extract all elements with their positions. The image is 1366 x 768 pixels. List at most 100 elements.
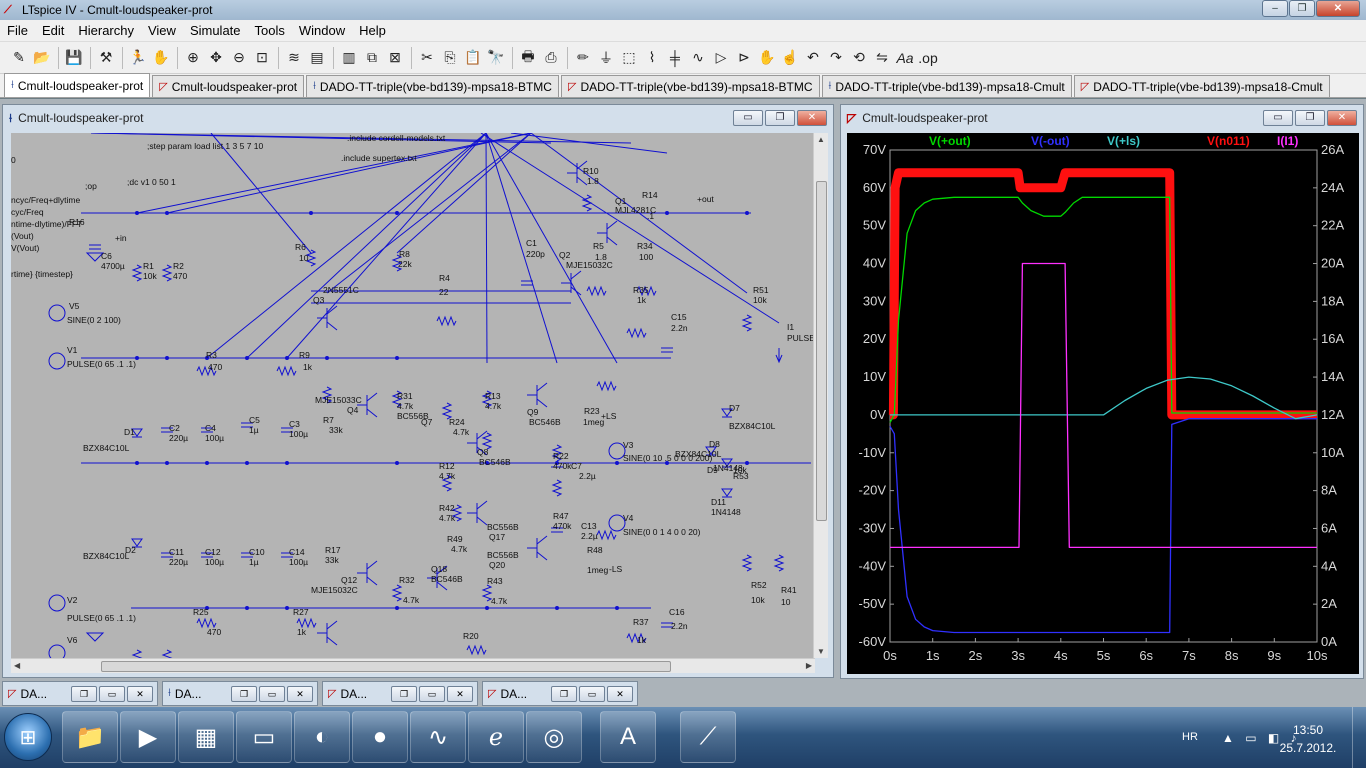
- zoom-fit-icon[interactable]: ⊡: [251, 47, 273, 69]
- close-button[interactable]: ✕: [447, 686, 473, 702]
- spice-directive[interactable]: V(Vout): [11, 243, 40, 253]
- copy-icon[interactable]: ⎘: [439, 47, 461, 69]
- capacitor-icon[interactable]: ╪: [664, 47, 686, 69]
- schematic-window[interactable]: ⟊ Cmult-loudspeaker-prot ▭ ❐ ✕ R10 1.8 Q1 M…: [2, 104, 834, 678]
- legend-entry[interactable]: V(-out): [1031, 134, 1070, 148]
- scroll-thumb[interactable]: [101, 661, 671, 672]
- rotate-icon[interactable]: ⟲: [848, 47, 870, 69]
- save-icon[interactable]: 💾: [63, 47, 85, 69]
- minimized-window[interactable]: ◸ DA... ❐ ▭ ✕: [482, 681, 638, 706]
- oscilloscope-icon[interactable]: ∿: [410, 711, 466, 763]
- windows-logo-icon[interactable]: ⊞: [4, 713, 52, 761]
- clock-time[interactable]: 13:50: [1276, 723, 1340, 737]
- waveform-close-button[interactable]: ✕: [1327, 110, 1357, 126]
- restore-button[interactable]: ❐: [551, 686, 577, 702]
- control-panel-icon[interactable]: ⚒: [95, 47, 117, 69]
- tab-schematic-cmult[interactable]: ⟊ Cmult-loudspeaker-prot: [4, 73, 151, 97]
- autorange-icon[interactable]: ≋: [283, 47, 305, 69]
- ltspice-app-icon[interactable]: ⟋: [4, 3, 18, 17]
- waveform-window-titlebar[interactable]: ◸ Cmult-loudspeaker-prot ▭ ❐ ✕: [841, 105, 1363, 131]
- maximize-button[interactable]: ▭: [259, 686, 285, 702]
- inductor-icon[interactable]: ∿: [687, 47, 709, 69]
- run-icon[interactable]: 🏃: [127, 47, 149, 69]
- minimized-window[interactable]: ◸ DA... ❐ ▭ ✕: [322, 681, 478, 706]
- zoom-out-icon[interactable]: ⊖: [228, 47, 250, 69]
- legend-entry[interactable]: V(+out): [929, 134, 971, 148]
- menu-help[interactable]: Help: [352, 23, 393, 38]
- menu-hierarchy[interactable]: Hierarchy: [71, 23, 141, 38]
- new-schematic-icon[interactable]: ✎: [8, 47, 30, 69]
- schematic-restore-button[interactable]: ❐: [765, 110, 795, 126]
- ltspice-icon[interactable]: ⟋: [680, 711, 736, 763]
- close-window-icon[interactable]: ⊠: [384, 47, 406, 69]
- cut-icon[interactable]: ✂: [416, 47, 438, 69]
- office-icon[interactable]: ▦: [178, 711, 234, 763]
- schematic-close-button[interactable]: ✕: [797, 110, 827, 126]
- antivirus-icon[interactable]: ●: [352, 711, 408, 763]
- schematic-vertical-scrollbar[interactable]: ▲ ▼: [813, 133, 828, 658]
- legend-entry[interactable]: V(+ls): [1107, 134, 1140, 148]
- image-viewer-icon[interactable]: ▭: [236, 711, 292, 763]
- minimized-window[interactable]: ◸ DA... ❐ ▭ ✕: [2, 681, 158, 706]
- print-setup-icon[interactable]: 🖶: [517, 47, 539, 69]
- schematic-canvas[interactable]: R10 1.8 Q1 MJL4281C R14.1 +out C1 220p Q2 MJE1503…: [11, 133, 815, 658]
- language-indicator[interactable]: HR: [1182, 731, 1198, 743]
- close-button[interactable]: ✕: [1316, 0, 1360, 17]
- menu-window[interactable]: Window: [292, 23, 352, 38]
- find-icon[interactable]: 🔭: [485, 47, 507, 69]
- minimized-window[interactable]: ⟊ DA... ❐ ▭ ✕: [162, 681, 318, 706]
- legend-entry[interactable]: I(I1): [1277, 134, 1298, 148]
- open-icon[interactable]: 📂: [31, 47, 53, 69]
- menu-file[interactable]: File: [0, 23, 35, 38]
- maximize-button[interactable]: ▭: [419, 686, 445, 702]
- scroll-thumb[interactable]: [816, 181, 827, 521]
- zoom-pan-icon[interactable]: ✥: [205, 47, 227, 69]
- tile-icon[interactable]: ▤: [306, 47, 328, 69]
- print-icon[interactable]: ⎙: [540, 47, 562, 69]
- ground-icon[interactable]: ⏚: [595, 47, 617, 69]
- plot-legend[interactable]: V(+out) V(-out) V(+ls) V(n011) I(I1): [929, 134, 1298, 148]
- waveform-window[interactable]: ◸ Cmult-loudspeaker-prot ▭ ❐ ✕ 0s 1s 2s 3s 4…: [840, 104, 1364, 679]
- maximize-button[interactable]: ▭: [99, 686, 125, 702]
- legend-entry[interactable]: V(n011): [1207, 134, 1250, 148]
- show-desktop-button[interactable]: [1352, 707, 1366, 768]
- paste-icon[interactable]: 📋: [462, 47, 484, 69]
- scroll-down-arrow-icon[interactable]: ▼: [817, 647, 825, 656]
- audio-tool-icon[interactable]: ◐: [294, 711, 350, 763]
- spice-directive-icon[interactable]: .op: [917, 47, 939, 69]
- restore-button[interactable]: ❐: [391, 686, 417, 702]
- tab-waveform-dado-btmc[interactable]: ◸ DADO-TT-triple(vbe-bd139)-mpsa18-BTMC: [560, 75, 820, 97]
- tab-waveform-cmult[interactable]: ◸ Cmult-loudspeaker-prot: [152, 75, 305, 97]
- ie-icon[interactable]: ℯ: [468, 711, 524, 763]
- spice-directive[interactable]: ncyc/Freq+dlytime: [11, 195, 80, 205]
- restore-button[interactable]: ❐: [231, 686, 257, 702]
- menu-tools[interactable]: Tools: [248, 23, 292, 38]
- move-icon[interactable]: ✋: [756, 47, 778, 69]
- spice-directive[interactable]: rtime} {timestep}: [11, 269, 73, 279]
- label-icon[interactable]: ⬚: [618, 47, 640, 69]
- browser-icon[interactable]: ◎: [526, 711, 582, 763]
- maximize-button[interactable]: ▭: [579, 686, 605, 702]
- spice-directive[interactable]: 0: [11, 155, 16, 165]
- scroll-right-arrow-icon[interactable]: ▶: [806, 661, 812, 670]
- cascade-icon[interactable]: ▥: [338, 47, 360, 69]
- close-button[interactable]: ✕: [287, 686, 313, 702]
- zoom-in-icon[interactable]: ⊕: [182, 47, 204, 69]
- spice-directive[interactable]: .include cordell-models.txt: [347, 133, 446, 143]
- scroll-up-arrow-icon[interactable]: ▲: [817, 135, 825, 144]
- maximize-button[interactable]: ❐: [1289, 0, 1315, 17]
- mirror-icon[interactable]: ⇋: [871, 47, 893, 69]
- tab-schematic-dado-btmc[interactable]: ⟊ DADO-TT-triple(vbe-bd139)-mpsa18-BTMC: [306, 75, 559, 97]
- menu-view[interactable]: View: [141, 23, 183, 38]
- waveform-restore-button[interactable]: ❐: [1295, 110, 1325, 126]
- clock-date[interactable]: 25.7.2012.: [1270, 741, 1346, 755]
- spice-directive[interactable]: (Vout): [11, 231, 34, 241]
- spice-directive[interactable]: ntime-dlytime)/FFT: [11, 219, 82, 229]
- waveform-minimize-button[interactable]: ▭: [1263, 110, 1293, 126]
- resistor-icon[interactable]: ⌇: [641, 47, 663, 69]
- close-button[interactable]: ✕: [607, 686, 633, 702]
- halt-icon[interactable]: ✋: [150, 47, 172, 69]
- tab-schematic-dado-cmult[interactable]: ⟊ DADO-TT-triple(vbe-bd139)-mpsa18-Cmult: [821, 75, 1072, 97]
- spice-directive[interactable]: ;op: [85, 181, 97, 191]
- minimize-button[interactable]: –: [1262, 0, 1288, 17]
